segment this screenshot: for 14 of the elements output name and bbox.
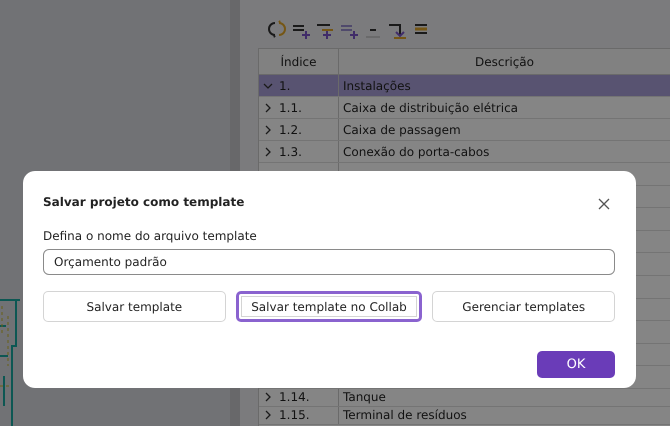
field-label: Defina o nome do arquivo template [43,228,258,245]
description-cell-text: Conexão do porta-cabos [343,144,490,160]
index-cell-text: 1.14. [279,389,310,406]
index-cell-text: 1.1. [279,100,302,116]
dialog-title: Salvar projeto como template [43,194,244,211]
index-cell-text: 1.3. [279,144,302,160]
description-cell-text: Instalações [343,78,411,94]
description-cell-text: Tanque [343,389,386,406]
index-cell-text: 1. [279,78,290,94]
index-cell-text: 1.2. [279,122,302,138]
index-cell-text: 1.15. [279,407,310,424]
description-cell-text: Terminal de resíduos [343,407,467,424]
description-cell-text: Caixa de passagem [343,122,461,138]
description-cell-text: Caixa de distribuição elétrica [343,100,518,116]
